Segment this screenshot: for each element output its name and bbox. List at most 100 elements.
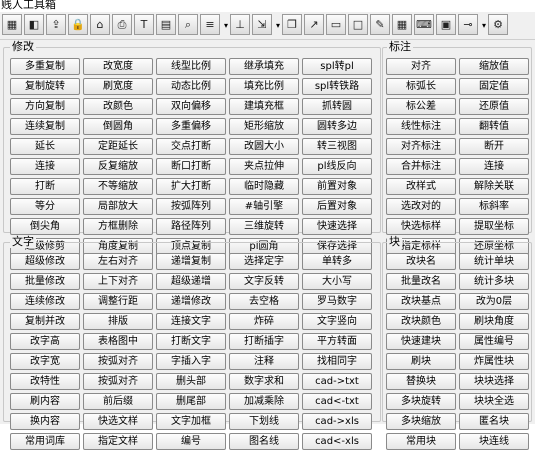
modify-button-33[interactable]: 临时隐藏 (229, 178, 299, 195)
modify-button-36[interactable]: 局部放大 (83, 198, 153, 215)
text-button-5[interactable]: 批量修改 (10, 273, 80, 290)
text-button-31[interactable]: 按弧对齐 (83, 373, 153, 390)
arrow-tool-button[interactable]: ↗ (304, 14, 324, 35)
annotate-button-9[interactable]: 断开 (459, 138, 529, 155)
modify-button-26[interactable]: 反复缩放 (83, 158, 153, 175)
modify-button-34[interactable]: 前置对象 (302, 178, 372, 195)
text-button-6[interactable]: 上下对齐 (83, 273, 153, 290)
text-button-41[interactable]: 快选文样 (83, 413, 153, 430)
block-button-0[interactable]: 改块名 (386, 253, 456, 270)
modify-button-40[interactable]: 倒尖角 (10, 218, 80, 235)
block-button-10[interactable]: 刷块 (386, 353, 456, 370)
annotate-button-7[interactable]: 翻转值 (459, 118, 529, 135)
text-button-8[interactable]: 文字反转 (229, 273, 299, 290)
chevron-down-icon[interactable]: ▾ (222, 18, 230, 32)
modify-button-32[interactable]: 扩大打断 (156, 178, 226, 195)
text-button-24[interactable]: 平方转面 (302, 333, 372, 350)
modify-button-14[interactable]: 抓转圆 (302, 98, 372, 115)
block-button-2[interactable]: 批量改名 (386, 273, 456, 290)
annotate-button-13[interactable]: 解除关联 (459, 178, 529, 195)
text-button-38[interactable]: 加减乘除 (229, 393, 299, 410)
modify-button-4[interactable]: spl转pl (302, 58, 372, 75)
text-button-27[interactable]: 字插入字 (156, 353, 226, 370)
text-button-2[interactable]: 递增复制 (156, 253, 226, 270)
annotate-button-14[interactable]: 选改对的 (386, 198, 456, 215)
text-button-23[interactable]: 打断插字 (229, 333, 299, 350)
modify-button-15[interactable]: 连续复制 (10, 118, 80, 135)
zoom-tool-button[interactable]: ⌕ (178, 14, 198, 35)
modify-button-1[interactable]: 改宽度 (83, 58, 153, 75)
modify-button-44[interactable]: 快速选择 (302, 218, 372, 235)
annotate-button-8[interactable]: 对齐标注 (386, 138, 456, 155)
text-button-28[interactable]: 注释 (229, 353, 299, 370)
upload-tool-button[interactable]: ⇪ (46, 14, 66, 35)
modify-button-38[interactable]: #轴引擎 (229, 198, 299, 215)
modify-button-28[interactable]: 夹点拉伸 (229, 158, 299, 175)
text-button-45[interactable]: 常用词库 (10, 433, 80, 450)
modify-button-22[interactable]: 交点打断 (156, 138, 226, 155)
text-button-3[interactable]: 选择定字 (229, 253, 299, 270)
text-button-0[interactable]: 超级修改 (10, 253, 80, 270)
modify-button-2[interactable]: 线型比例 (156, 58, 226, 75)
modify-button-30[interactable]: 打断 (10, 178, 80, 195)
text-button-49[interactable]: cad<-xls (302, 433, 372, 450)
modify-button-3[interactable]: 继承填充 (229, 58, 299, 75)
block-button-19[interactable]: 块连线 (459, 433, 529, 450)
annotate-button-0[interactable]: 对齐 (386, 58, 456, 75)
text-button-22[interactable]: 打断文字 (156, 333, 226, 350)
move-tool-button[interactable]: ⇲ (252, 14, 272, 35)
text-button-36[interactable]: 前后缀 (83, 393, 153, 410)
link-tool-button[interactable]: ⊸ (458, 14, 478, 35)
block-button-8[interactable]: 快速建块 (386, 333, 456, 350)
text-button-11[interactable]: 调整行距 (83, 293, 153, 310)
modify-button-24[interactable]: 转三视图 (302, 138, 372, 155)
modify-button-35[interactable]: 等分 (10, 198, 80, 215)
text-button-25[interactable]: 改字宽 (10, 353, 80, 370)
modify-button-12[interactable]: 双向偏移 (156, 98, 226, 115)
block-button-11[interactable]: 炸属性块 (459, 353, 529, 370)
text-button-39[interactable]: cad<-txt (302, 393, 372, 410)
modify-button-31[interactable]: 不等缩放 (83, 178, 153, 195)
modify-button-39[interactable]: 后置对象 (302, 198, 372, 215)
text-button-21[interactable]: 表格图中 (83, 333, 153, 350)
layers-tool-button[interactable]: ◧ (24, 14, 44, 35)
grid-tool-button[interactable]: ▦ (2, 14, 22, 35)
block-button-1[interactable]: 统计单块 (459, 253, 529, 270)
text-button-13[interactable]: 去空格 (229, 293, 299, 310)
chevron-down-icon[interactable]: ▾ (480, 18, 488, 32)
modify-button-7[interactable]: 动态比例 (156, 78, 226, 95)
text-button-16[interactable]: 排版 (83, 313, 153, 330)
modify-button-10[interactable]: 方向复制 (10, 98, 80, 115)
text-button-4[interactable]: 单转多 (302, 253, 372, 270)
text-button-12[interactable]: 递增修改 (156, 293, 226, 310)
block-button-13[interactable]: 块块选择 (459, 373, 529, 390)
modify-button-41[interactable]: 方框删除 (83, 218, 153, 235)
text-button-19[interactable]: 文字竖向 (302, 313, 372, 330)
text-button-26[interactable]: 按弧对齐 (83, 353, 153, 370)
block-button-3[interactable]: 统计多块 (459, 273, 529, 290)
modify-button-29[interactable]: pl线反向 (302, 158, 372, 175)
text-button-30[interactable]: 改特性 (10, 373, 80, 390)
modify-button-5[interactable]: 复制旋转 (10, 78, 80, 95)
modify-button-19[interactable]: 圆转多边 (302, 118, 372, 135)
modify-button-6[interactable]: 刷宽度 (83, 78, 153, 95)
block-button-9[interactable]: 属性编号 (459, 333, 529, 350)
annotate-button-12[interactable]: 改样式 (386, 178, 456, 195)
annotate-button-2[interactable]: 标弧长 (386, 78, 456, 95)
text-button-15[interactable]: 复制并改 (10, 313, 80, 330)
annotate-button-15[interactable]: 标斜率 (459, 198, 529, 215)
home-tool-button[interactable]: ⌂ (90, 14, 110, 35)
annotate-button-16[interactable]: 快选标样 (386, 218, 456, 235)
modify-button-23[interactable]: 改圆大小 (229, 138, 299, 155)
text-button-7[interactable]: 超级递增 (156, 273, 226, 290)
modify-button-0[interactable]: 多重复制 (10, 58, 80, 75)
annotate-button-10[interactable]: 合并标注 (386, 158, 456, 175)
text-button-37[interactable]: 删尾部 (156, 393, 226, 410)
text-button-47[interactable]: 编号 (156, 433, 226, 450)
block-button-6[interactable]: 改块颜色 (386, 313, 456, 330)
modify-button-25[interactable]: 连接 (10, 158, 80, 175)
block-button-17[interactable]: 匿名块 (459, 413, 529, 430)
modify-button-11[interactable]: 改颜色 (83, 98, 153, 115)
measure-tool-button[interactable]: ⊥ (230, 14, 250, 35)
annotate-button-3[interactable]: 固定值 (459, 78, 529, 95)
